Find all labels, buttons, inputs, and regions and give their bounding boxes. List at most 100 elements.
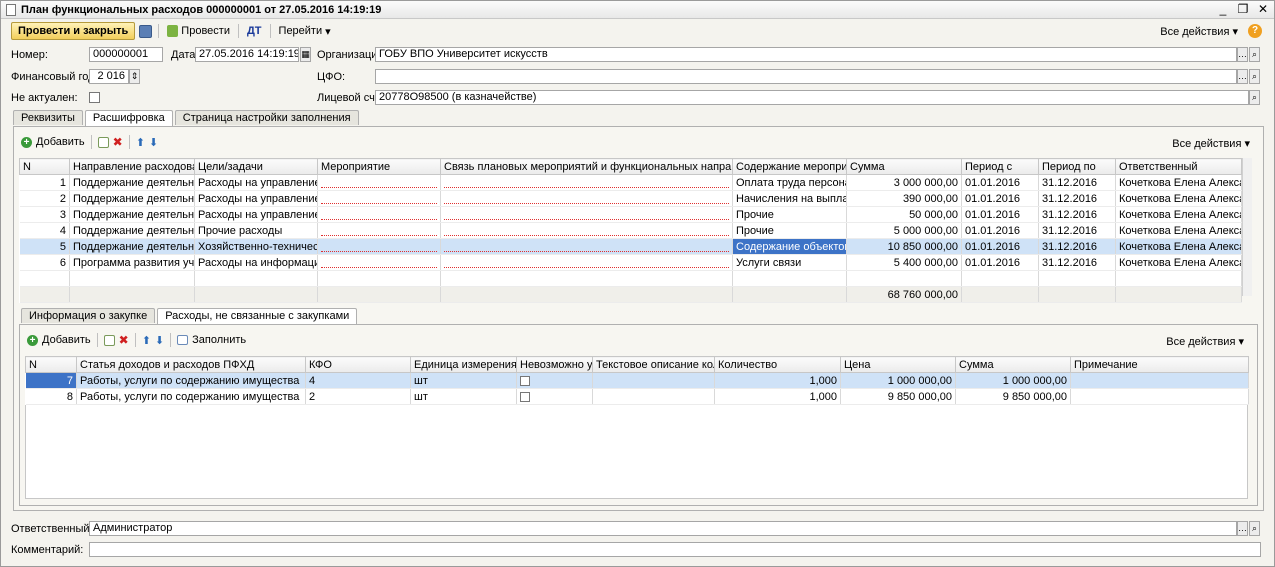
org-field[interactable]: ГОБУ ВПО Университет искусств <box>375 47 1237 62</box>
table-cell[interactable]: 01.01.2016 <box>961 254 1039 271</box>
table-cell[interactable]: 01.01.2016 <box>961 190 1039 207</box>
table-cell[interactable]: 5 000 000,00 <box>846 222 962 239</box>
grid1-column-header[interactable]: Сумма <box>846 158 962 175</box>
table-cell[interactable]: 9 850 000,00 <box>840 388 956 405</box>
table-row[interactable]: 3Поддержание деятельност...Расходы на уп… <box>19 206 1242 223</box>
table-cell[interactable]: 31.12.2016 <box>1038 190 1116 207</box>
table-cell[interactable]: Расходы на управление пе... <box>194 174 318 191</box>
table-cell[interactable]: 01.01.2016 <box>961 206 1039 223</box>
table-cell[interactable]: 01.01.2016 <box>961 238 1039 255</box>
account-search-icon[interactable]: ⌕ <box>1249 90 1260 105</box>
table-cell[interactable]: Поддержание деятельност... <box>69 174 195 191</box>
table-cell[interactable]: 31.12.2016 <box>1038 238 1116 255</box>
table-cell[interactable]: Поддержание деятельност... <box>69 222 195 239</box>
table-cell[interactable] <box>317 238 441 255</box>
minimize-icon[interactable]: _ <box>1216 2 1230 16</box>
help-icon[interactable]: ? <box>1248 24 1262 38</box>
grid1-column-header[interactable]: Период по <box>1038 158 1116 175</box>
table-cell[interactable] <box>317 190 441 207</box>
post-button[interactable]: Провести <box>165 22 232 40</box>
table-cell[interactable]: Расходы на управление пе... <box>194 206 318 223</box>
number-field[interactable]: 000000001 <box>89 47 163 62</box>
table-cell[interactable] <box>317 174 441 191</box>
table-cell[interactable]: 6 <box>19 254 70 271</box>
table-cell[interactable]: Прочие <box>732 206 847 223</box>
table-cell[interactable]: 3 <box>19 206 70 223</box>
grid1-column-header[interactable]: Мероприятие <box>317 158 441 175</box>
tab-fill-settings[interactable]: Страница настройки заполнения <box>174 110 359 125</box>
delete-icon[interactable]: ✖ <box>113 135 123 149</box>
table-cell[interactable]: 390 000,00 <box>846 190 962 207</box>
goto-menu[interactable]: Перейти ▾ <box>277 22 333 40</box>
tab-requisites[interactable]: Реквизиты <box>13 110 83 125</box>
row-checkbox[interactable] <box>520 375 530 386</box>
table-cell[interactable] <box>440 174 733 191</box>
table-cell[interactable]: Кочеткова Елена Александ... <box>1115 174 1242 191</box>
table-row[interactable]: 8 Работы, услуги по содержанию имущества 2… <box>25 388 1249 405</box>
table-cell[interactable]: Кочеткова Елена Александ... <box>1115 222 1242 239</box>
grid2-column-header[interactable]: Цена <box>840 356 956 373</box>
table-cell[interactable]: 01.01.2016 <box>961 222 1039 239</box>
grid2-column-header[interactable]: Количество <box>714 356 841 373</box>
table-cell[interactable]: 8 <box>25 388 77 405</box>
table-cell[interactable]: Прочие <box>732 222 847 239</box>
table-cell[interactable] <box>1070 372 1249 389</box>
table-row[interactable]: 2Поддержание деятельност...Расходы на уп… <box>19 190 1242 207</box>
table-cell[interactable] <box>317 206 441 223</box>
table-cell[interactable]: 1 000 000,00 <box>955 372 1071 389</box>
table-cell[interactable]: 5 400 000,00 <box>846 254 962 271</box>
move-down-icon[interactable]: ⬇ <box>155 334 164 347</box>
table-cell[interactable] <box>516 388 593 405</box>
table-cell[interactable]: Оплата труда персонала <box>732 174 847 191</box>
table-cell[interactable]: 1,000 <box>714 388 841 405</box>
calendar-icon[interactable]: ▦ <box>300 47 311 62</box>
table-cell[interactable]: 4 <box>305 372 411 389</box>
grid2-column-header[interactable]: Текстовое описание коли... <box>592 356 715 373</box>
table-cell[interactable]: 31.12.2016 <box>1038 254 1116 271</box>
table-cell[interactable]: 1,000 <box>714 372 841 389</box>
table-cell[interactable]: 50 000,00 <box>846 206 962 223</box>
grid1-column-header[interactable]: Цели/задачи <box>194 158 318 175</box>
comment-field[interactable] <box>89 542 1261 557</box>
grid1-column-header[interactable]: Связь плановых мероприятий и функциональ… <box>440 158 733 175</box>
structure-icon[interactable]: ДТ <box>245 22 264 40</box>
table-cell[interactable]: Программа развития учре... <box>69 254 195 271</box>
table-cell[interactable]: Поддержание деятельност... <box>69 206 195 223</box>
table-cell[interactable]: 3 000 000,00 <box>846 174 962 191</box>
finyear-field[interactable]: 2 016 <box>89 69 129 84</box>
table-cell[interactable]: 9 850 000,00 <box>955 388 1071 405</box>
org-search-icon[interactable]: ⌕ <box>1249 47 1260 62</box>
table-cell[interactable]: Прочие расходы <box>194 222 318 239</box>
all-actions-menu[interactable]: Все действия ▾ <box>1160 25 1238 38</box>
table-cell[interactable]: Поддержание деятельност... <box>69 190 195 207</box>
table-cell[interactable] <box>440 254 733 271</box>
table-cell[interactable]: 31.12.2016 <box>1038 206 1116 223</box>
restore-icon[interactable]: ❐ <box>1236 2 1250 16</box>
fill-button[interactable]: Заполнить <box>192 334 246 346</box>
table-cell[interactable] <box>440 238 733 255</box>
grid2-column-header[interactable]: Статья доходов и расходов ПФХД <box>76 356 306 373</box>
table-row[interactable]: 5Поддержание деятельност...Хозяйственно-… <box>19 238 1242 255</box>
grid1-add-button[interactable]: Добавить <box>36 136 85 148</box>
grid2-all-actions[interactable]: Все действия ▾ <box>1166 335 1244 348</box>
move-up-icon[interactable]: ⬆ <box>142 334 151 347</box>
table-cell[interactable]: Расходы на информационн... <box>194 254 318 271</box>
grid1-all-actions[interactable]: Все действия ▾ <box>1172 137 1250 150</box>
table-cell[interactable]: 31.12.2016 <box>1038 222 1116 239</box>
table-cell[interactable] <box>1070 388 1249 405</box>
table-cell[interactable]: Кочеткова Елена Александ... <box>1115 206 1242 223</box>
table-row[interactable]: 4Поддержание деятельност...Прочие расход… <box>19 222 1242 239</box>
table-cell[interactable]: Работы, услуги по содержанию имущества <box>76 372 306 389</box>
save-icon[interactable] <box>139 24 153 38</box>
cfo-select-button[interactable]: … <box>1237 69 1248 84</box>
grid1-column-header[interactable]: Ответственный <box>1115 158 1242 175</box>
date-field[interactable]: 27.05.2016 14:19:19 <box>195 47 299 62</box>
grid2-column-header[interactable]: КФО <box>305 356 411 373</box>
table-cell[interactable]: Услуги связи <box>732 254 847 271</box>
grid1-column-header[interactable]: Период с <box>961 158 1039 175</box>
grid1-scrollbar[interactable] <box>1242 158 1252 296</box>
table-cell[interactable]: шт <box>410 372 517 389</box>
responsible-select-button[interactable]: … <box>1237 521 1248 536</box>
table-cell[interactable]: 7 <box>25 372 77 389</box>
responsible-search-icon[interactable]: ⌕ <box>1249 521 1260 536</box>
